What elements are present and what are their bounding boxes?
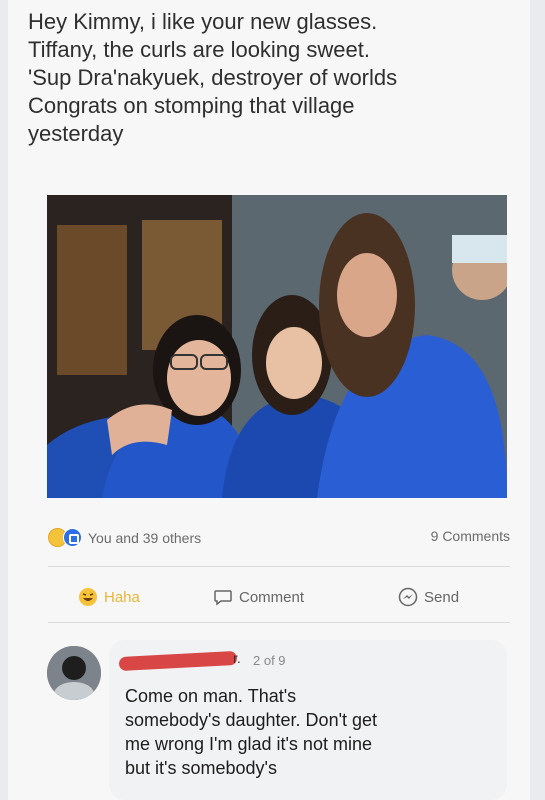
comment-text: Come on man. That's somebody's daughter.… xyxy=(125,686,378,778)
commenter-avatar[interactable] xyxy=(47,646,101,700)
post-text: Hey Kimmy, i like your new glasses. Tiff… xyxy=(28,9,398,146)
divider xyxy=(48,622,510,623)
comment-label: Comment xyxy=(239,588,305,606)
post-photo[interactable] xyxy=(47,195,507,498)
photo-three-graduates xyxy=(47,195,507,498)
avatar-photo xyxy=(47,646,101,700)
send-button[interactable]: Send xyxy=(398,587,459,607)
divider xyxy=(48,566,510,567)
messenger-icon xyxy=(398,587,418,607)
comment-item: r. 2 of 9 Come on man. That's somebody's… xyxy=(47,640,517,800)
like-icon xyxy=(63,528,82,547)
speech-bubble-icon xyxy=(214,590,232,606)
commenter-name-tail[interactable]: r. xyxy=(233,650,241,666)
comments-count-link[interactable]: 9 Comments xyxy=(431,528,510,544)
haha-button[interactable]: Haha xyxy=(78,587,140,607)
reaction-summary[interactable]: You and 39 others xyxy=(48,528,201,547)
comment-bubble: r. 2 of 9 Come on man. That's somebody's… xyxy=(109,640,507,800)
reactions-label: You and 39 others xyxy=(88,529,202,546)
post-action-bar: Haha Comment Send xyxy=(48,583,510,611)
haha-label: Haha xyxy=(104,588,140,606)
post-stats: You and 39 others 9 Comments xyxy=(48,528,510,548)
redacted-commenter-name xyxy=(118,650,238,672)
haha-emoji-icon xyxy=(79,588,97,606)
comment-button[interactable]: Comment xyxy=(213,587,304,607)
send-label: Send xyxy=(424,588,460,606)
comment-count: 2 of 9 xyxy=(253,653,286,668)
